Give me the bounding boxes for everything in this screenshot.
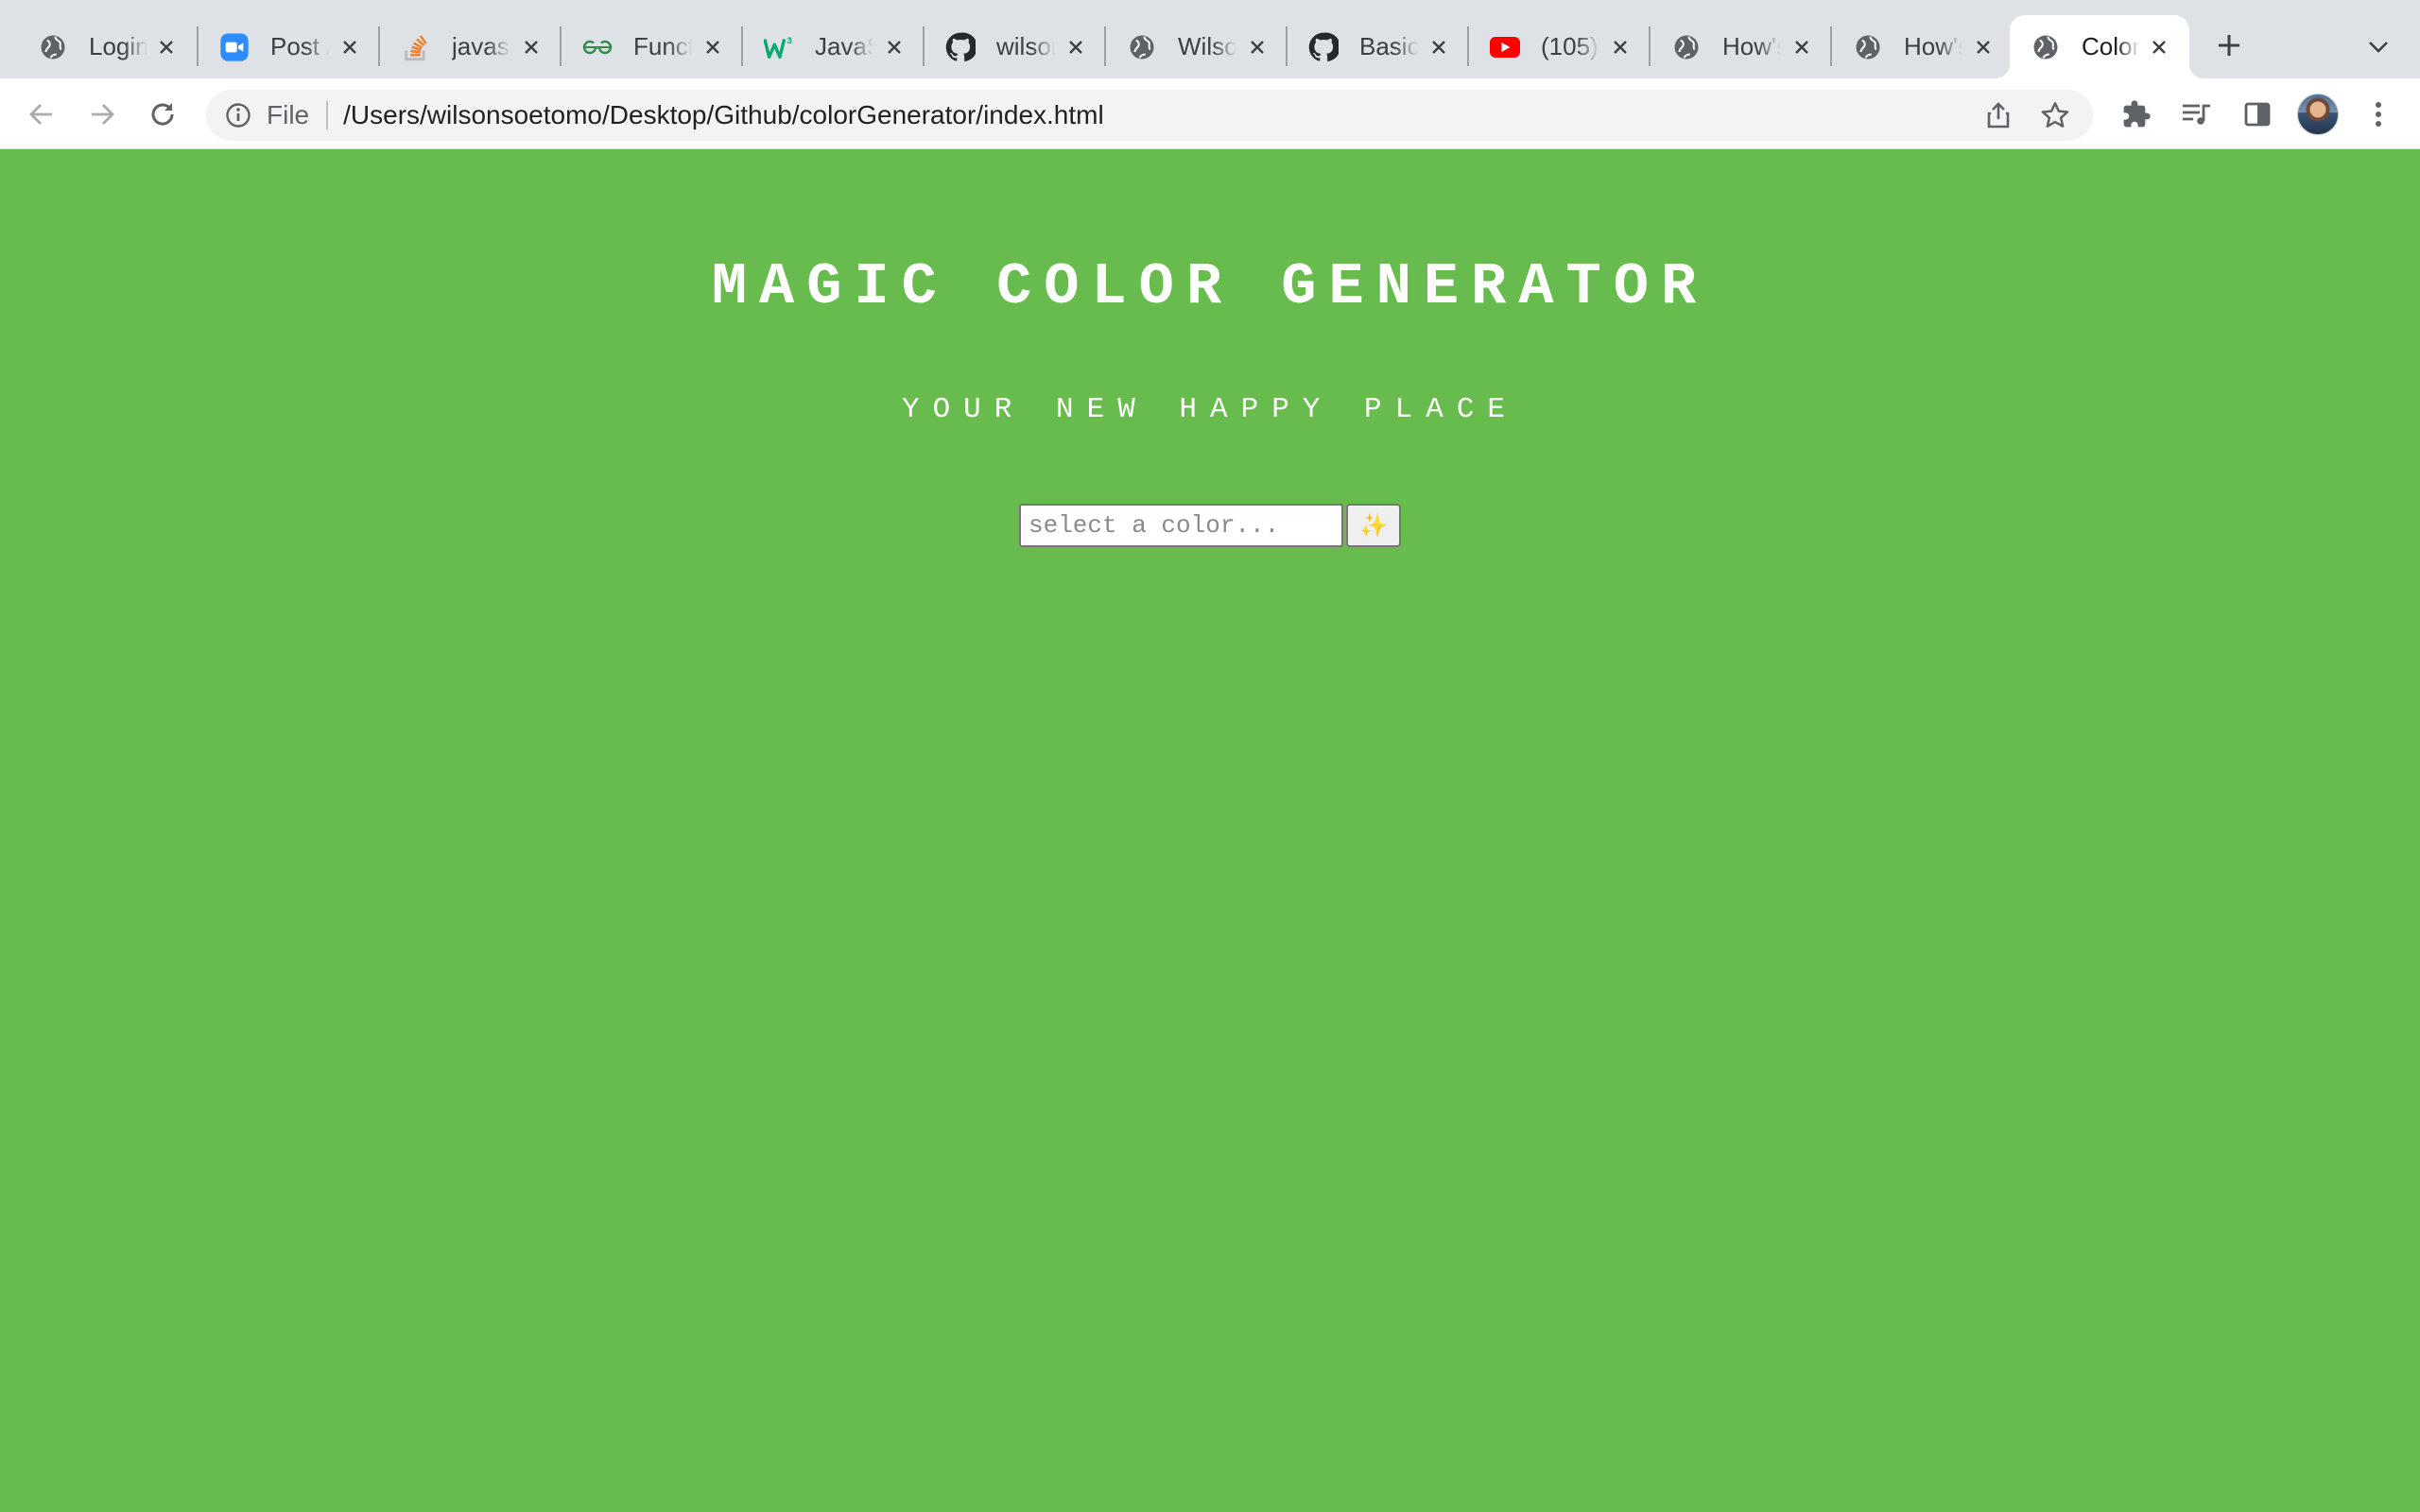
close-icon[interactable] xyxy=(1970,34,1996,60)
close-icon[interactable] xyxy=(1063,34,1089,60)
w3schools-icon: 3 xyxy=(764,32,794,62)
tab-search-button[interactable] xyxy=(2360,28,2397,66)
github-icon xyxy=(1308,31,1339,62)
tab-separator xyxy=(1830,26,1832,66)
tab-title: How's xyxy=(1904,32,1962,60)
close-icon[interactable] xyxy=(1789,34,1815,60)
tab-strip: Login Post / javasc Funct xyxy=(0,0,2420,78)
color-input[interactable] xyxy=(1019,504,1343,547)
tab-hows-2[interactable]: How's xyxy=(1853,15,1995,78)
globe-icon xyxy=(1671,32,1702,62)
address-bar[interactable]: File /Users/wilsonsoetomo/Desktop/Github… xyxy=(206,90,2093,141)
arrow-right-icon xyxy=(92,104,114,125)
bookmark-star-icon[interactable] xyxy=(2036,96,2074,134)
tab-title: javasc xyxy=(452,32,510,60)
tab-separator xyxy=(1104,26,1106,66)
close-icon[interactable] xyxy=(1607,34,1634,60)
more-vertical-icon xyxy=(2376,102,2381,127)
tab-separator xyxy=(923,26,925,66)
browser-menu-button[interactable] xyxy=(2360,95,2397,133)
reload-button[interactable] xyxy=(144,95,182,133)
tab-title: Color xyxy=(2082,32,2140,60)
tab-title: JavaS xyxy=(815,32,873,60)
close-icon[interactable] xyxy=(1426,34,1452,60)
page-viewport: MAGIC COLOR GENERATOR YOUR NEW HAPPY PLA… xyxy=(0,149,2420,1512)
share-icon[interactable] xyxy=(1979,96,2017,134)
close-icon[interactable] xyxy=(2146,34,2172,60)
tab-title: Post / xyxy=(270,32,329,60)
tab-stackoverflow[interactable]: javasc xyxy=(401,15,543,78)
arrow-left-icon xyxy=(29,104,52,125)
tab-zoom[interactable]: Post / xyxy=(219,15,361,78)
tab-separator xyxy=(1286,26,1288,66)
close-icon[interactable] xyxy=(153,34,180,60)
tab-separator xyxy=(378,26,380,66)
tab-w3schools[interactable]: 3 JavaS xyxy=(764,15,906,78)
browser-toolbar: File /Users/wilsonsoetomo/Desktop/Github… xyxy=(0,78,2420,149)
globe-icon xyxy=(38,32,68,62)
globe-icon xyxy=(1127,32,1157,62)
color-form: ✨ xyxy=(1019,503,1401,548)
svg-text:3: 3 xyxy=(786,35,791,45)
tab-title: wilson xyxy=(996,32,1055,60)
close-icon[interactable] xyxy=(700,34,726,60)
tab-title: How's xyxy=(1722,32,1781,60)
generate-button[interactable]: ✨ xyxy=(1346,504,1401,547)
github-icon xyxy=(945,31,976,62)
stackoverflow-icon xyxy=(401,32,431,62)
extensions-button[interactable] xyxy=(2118,95,2155,133)
profile-avatar[interactable] xyxy=(2297,94,2339,135)
tab-geeksforgeeks[interactable]: Funct xyxy=(582,15,724,78)
tab-separator xyxy=(197,26,199,66)
tab-login[interactable]: Login xyxy=(38,15,180,78)
geeksforgeeks-icon xyxy=(582,32,613,62)
tab-title: Login xyxy=(89,32,147,60)
tab-hows-1[interactable]: How's xyxy=(1671,15,1813,78)
playlist-music-icon xyxy=(2183,104,2210,125)
side-panel-button[interactable] xyxy=(2238,95,2276,133)
back-button[interactable] xyxy=(23,95,60,133)
side-panel-icon xyxy=(2244,102,2271,127)
tab-separator xyxy=(741,26,743,66)
new-tab-button[interactable] xyxy=(2210,26,2248,64)
media-control-button[interactable] xyxy=(2178,95,2216,133)
tab-youtube[interactable]: (105) xyxy=(1490,15,1632,78)
scheme-label: File xyxy=(267,100,310,129)
close-icon[interactable] xyxy=(518,34,544,60)
page-subtitle: YOUR NEW HAPPY PLACE xyxy=(901,393,1519,426)
tab-wilson[interactable]: Wilso xyxy=(1127,15,1269,78)
page-title: MAGIC COLOR GENERATOR xyxy=(711,253,1709,320)
plus-icon xyxy=(2219,35,2239,56)
zoom-icon xyxy=(219,32,250,62)
reload-icon xyxy=(151,103,174,126)
tab-separator xyxy=(1467,26,1469,66)
tab-title: Wilso xyxy=(1178,32,1236,60)
address-divider xyxy=(326,101,329,129)
close-icon[interactable] xyxy=(337,34,363,60)
tab-github-basic[interactable]: Basic xyxy=(1308,15,1450,78)
tab-separator xyxy=(1649,26,1651,66)
tab-title: (105) xyxy=(1541,32,1599,60)
puzzle-icon xyxy=(2123,100,2151,128)
globe-icon xyxy=(1853,32,1883,62)
tab-separator xyxy=(560,26,562,66)
close-icon[interactable] xyxy=(881,34,908,60)
tab-title: Basic xyxy=(1359,32,1418,60)
close-icon[interactable] xyxy=(1244,34,1270,60)
info-icon[interactable] xyxy=(223,100,253,130)
tab-color-active[interactable]: Color xyxy=(1995,15,2204,78)
tab-github-wilson[interactable]: wilson xyxy=(945,15,1087,78)
forward-button[interactable] xyxy=(83,95,121,133)
url-text[interactable]: /Users/wilsonsoetomo/Desktop/Github/colo… xyxy=(343,100,1104,130)
youtube-icon xyxy=(1490,32,1520,62)
globe-icon xyxy=(2031,32,2061,62)
chevron-down-icon xyxy=(2369,42,2388,53)
tab-title: Funct xyxy=(633,32,692,60)
